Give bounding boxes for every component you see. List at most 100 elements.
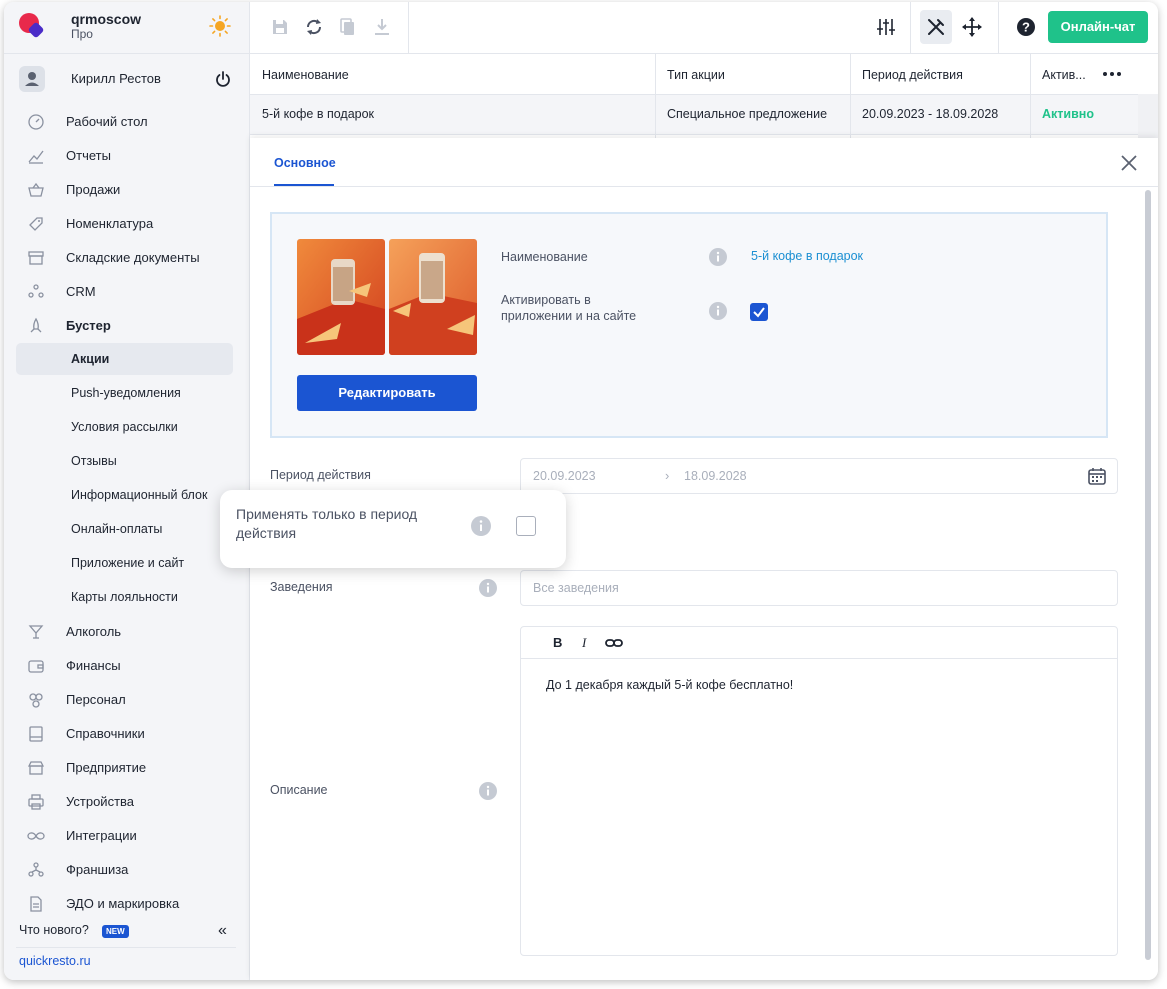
sidebar-subitem-loyalty-cards[interactable]: Карты лояльности	[4, 580, 250, 614]
sun-icon[interactable]	[209, 15, 231, 37]
sidebar-item-label: Алкоголь	[66, 624, 122, 639]
sidebar-item-label: Приложение и сайт	[71, 556, 185, 570]
sidebar-subitem-info-block[interactable]: Информационный блок	[4, 478, 250, 512]
sidebar-item-integrations[interactable]: Интеграции	[4, 818, 250, 852]
promo-image-1[interactable]	[297, 239, 385, 355]
toolbar-separator	[408, 2, 409, 54]
sidebar-item-reports[interactable]: Отчеты	[4, 138, 250, 172]
link-icon[interactable]	[605, 636, 623, 650]
power-icon[interactable]	[214, 70, 232, 88]
column-header-name[interactable]: Наименование	[262, 68, 349, 82]
sidebar-subitem-mailing[interactable]: Условия рассылки	[4, 410, 250, 444]
sidebar-item-label: CRM	[66, 284, 96, 299]
sidebar-item-enterprise[interactable]: Предприятие	[4, 750, 250, 784]
move-icon[interactable]	[960, 15, 984, 39]
sidebar-item-directories[interactable]: Справочники	[4, 716, 250, 750]
sidebar-item-label: Персонал	[66, 692, 126, 707]
cell-period[interactable]: 20.09.2023 - 18.09.2028	[862, 107, 998, 121]
cell-name[interactable]: 5-й кофе в подарок	[262, 107, 374, 121]
whats-new-link[interactable]: Что нового?	[19, 923, 89, 937]
status-badge[interactable]: Активно	[1042, 107, 1094, 121]
printer-icon	[28, 794, 44, 810]
sidebar-divider	[16, 947, 236, 948]
sidebar-subitem-promotions[interactable]: Акции	[4, 342, 250, 376]
user-row[interactable]: Кирилл Рестов	[4, 54, 250, 104]
more-icon[interactable]	[1102, 71, 1122, 77]
sidebar-item-staff[interactable]: Персонал	[4, 682, 250, 716]
sidebar-item-franchise[interactable]: Франшиза	[4, 852, 250, 886]
edit-button[interactable]: Редактировать	[297, 375, 477, 411]
sidebar-item-edo[interactable]: ЭДО и маркировка	[4, 886, 250, 920]
refresh-icon[interactable]	[302, 15, 326, 39]
close-icon[interactable]	[1120, 154, 1138, 172]
sidebar-item-nomenclature[interactable]: Номенклатура	[4, 206, 250, 240]
download-icon[interactable]	[370, 15, 394, 39]
calendar-icon[interactable]	[1087, 466, 1107, 486]
sidebar-subitem-online-payments[interactable]: Онлайн-оплаты	[4, 512, 250, 546]
cell-type[interactable]: Специальное предложение	[667, 107, 827, 121]
user-icon	[25, 72, 39, 86]
info-icon[interactable]	[708, 301, 728, 321]
sidebar-item-label: Карты лояльности	[71, 590, 178, 604]
new-badge: NEW	[102, 925, 129, 938]
row-divider	[250, 94, 1158, 95]
sidebar-item-label: Рабочий стол	[66, 114, 148, 129]
brand-header[interactable]: qrmoscow Про	[4, 2, 250, 54]
sidebar-item-label: Франшиза	[66, 862, 129, 877]
svg-text:?: ?	[1022, 20, 1030, 35]
tag-icon	[29, 217, 43, 231]
coffee-image-icon	[389, 239, 477, 355]
sidebar-item-label: Номенклатура	[66, 216, 154, 231]
sidebar-item-crm[interactable]: CRM	[4, 274, 250, 308]
table-scrollbar[interactable]	[1138, 94, 1158, 138]
sidebar-item-alcohol[interactable]: Алкоголь	[4, 614, 250, 648]
promo-image-2[interactable]	[389, 239, 477, 355]
description-editor[interactable]: B I До 1 декабря каждый 5-й кофе бесплат…	[520, 626, 1118, 956]
save-icon[interactable]	[268, 15, 292, 39]
book-icon	[29, 726, 43, 742]
panel-scrollbar[interactable]	[1143, 190, 1153, 970]
activate-checkbox[interactable]	[750, 303, 768, 321]
avatar	[19, 66, 45, 92]
app-window: qrmoscow Про Кирилл Рестов Рабочий стол …	[4, 2, 1158, 980]
bold-icon[interactable]: B	[553, 635, 562, 650]
venues-select[interactable]: Все заведения	[520, 570, 1118, 606]
sidebar-item-devices[interactable]: Устройства	[4, 784, 250, 818]
description-text[interactable]: До 1 декабря каждый 5-й кофе бесплатно!	[546, 678, 793, 692]
period-date-range-input[interactable]: 20.09.2023 › 18.09.2028	[520, 458, 1118, 494]
sliders-icon[interactable]	[874, 15, 898, 39]
document-icon	[30, 896, 42, 912]
sidebar-item-warehouse[interactable]: Складские документы	[4, 240, 250, 274]
scrollbar-thumb[interactable]	[1145, 190, 1151, 960]
column-header-active[interactable]: Актив...	[1042, 68, 1086, 82]
online-chat-button[interactable]: Онлайн-чат	[1048, 11, 1148, 43]
sidebar-item-label: Складские документы	[66, 250, 200, 265]
sidebar-subitem-reviews[interactable]: Отзывы	[4, 444, 250, 478]
info-icon[interactable]	[478, 781, 498, 801]
help-icon[interactable]: ?	[1014, 15, 1038, 39]
promo-card: Редактировать Наименование 5-й кофе в по…	[270, 212, 1108, 438]
glass-icon	[28, 625, 44, 639]
sidebar-item-booster[interactable]: Бустер	[4, 308, 250, 342]
promo-name-value[interactable]: 5-й кофе в подарок	[751, 249, 863, 263]
info-icon[interactable]	[708, 247, 728, 267]
copy-icon[interactable]	[336, 15, 360, 39]
sidebar-subitem-push[interactable]: Push-уведомления	[4, 376, 250, 410]
tab-general[interactable]: Основное	[274, 156, 336, 170]
period-only-checkbox[interactable]	[516, 516, 536, 536]
info-icon[interactable]	[478, 578, 498, 598]
archive-icon	[28, 251, 44, 265]
column-separator	[1030, 54, 1031, 138]
venues-placeholder: Все заведения	[533, 581, 619, 595]
collapse-sidebar-icon[interactable]: «	[218, 922, 227, 940]
sidebar-item-sales[interactable]: Продажи	[4, 172, 250, 206]
site-link[interactable]: quickresto.ru	[19, 954, 91, 968]
column-header-period[interactable]: Период действия	[862, 68, 963, 82]
info-icon[interactable]	[470, 515, 492, 537]
column-header-type[interactable]: Тип акции	[667, 68, 725, 82]
italic-icon[interactable]: I	[582, 635, 586, 651]
sidebar-item-finance[interactable]: Финансы	[4, 648, 250, 682]
sidebar-subitem-app-site[interactable]: Приложение и сайт	[4, 546, 250, 580]
tools-icon[interactable]	[924, 15, 948, 39]
sidebar-item-dashboard[interactable]: Рабочий стол	[4, 104, 250, 138]
